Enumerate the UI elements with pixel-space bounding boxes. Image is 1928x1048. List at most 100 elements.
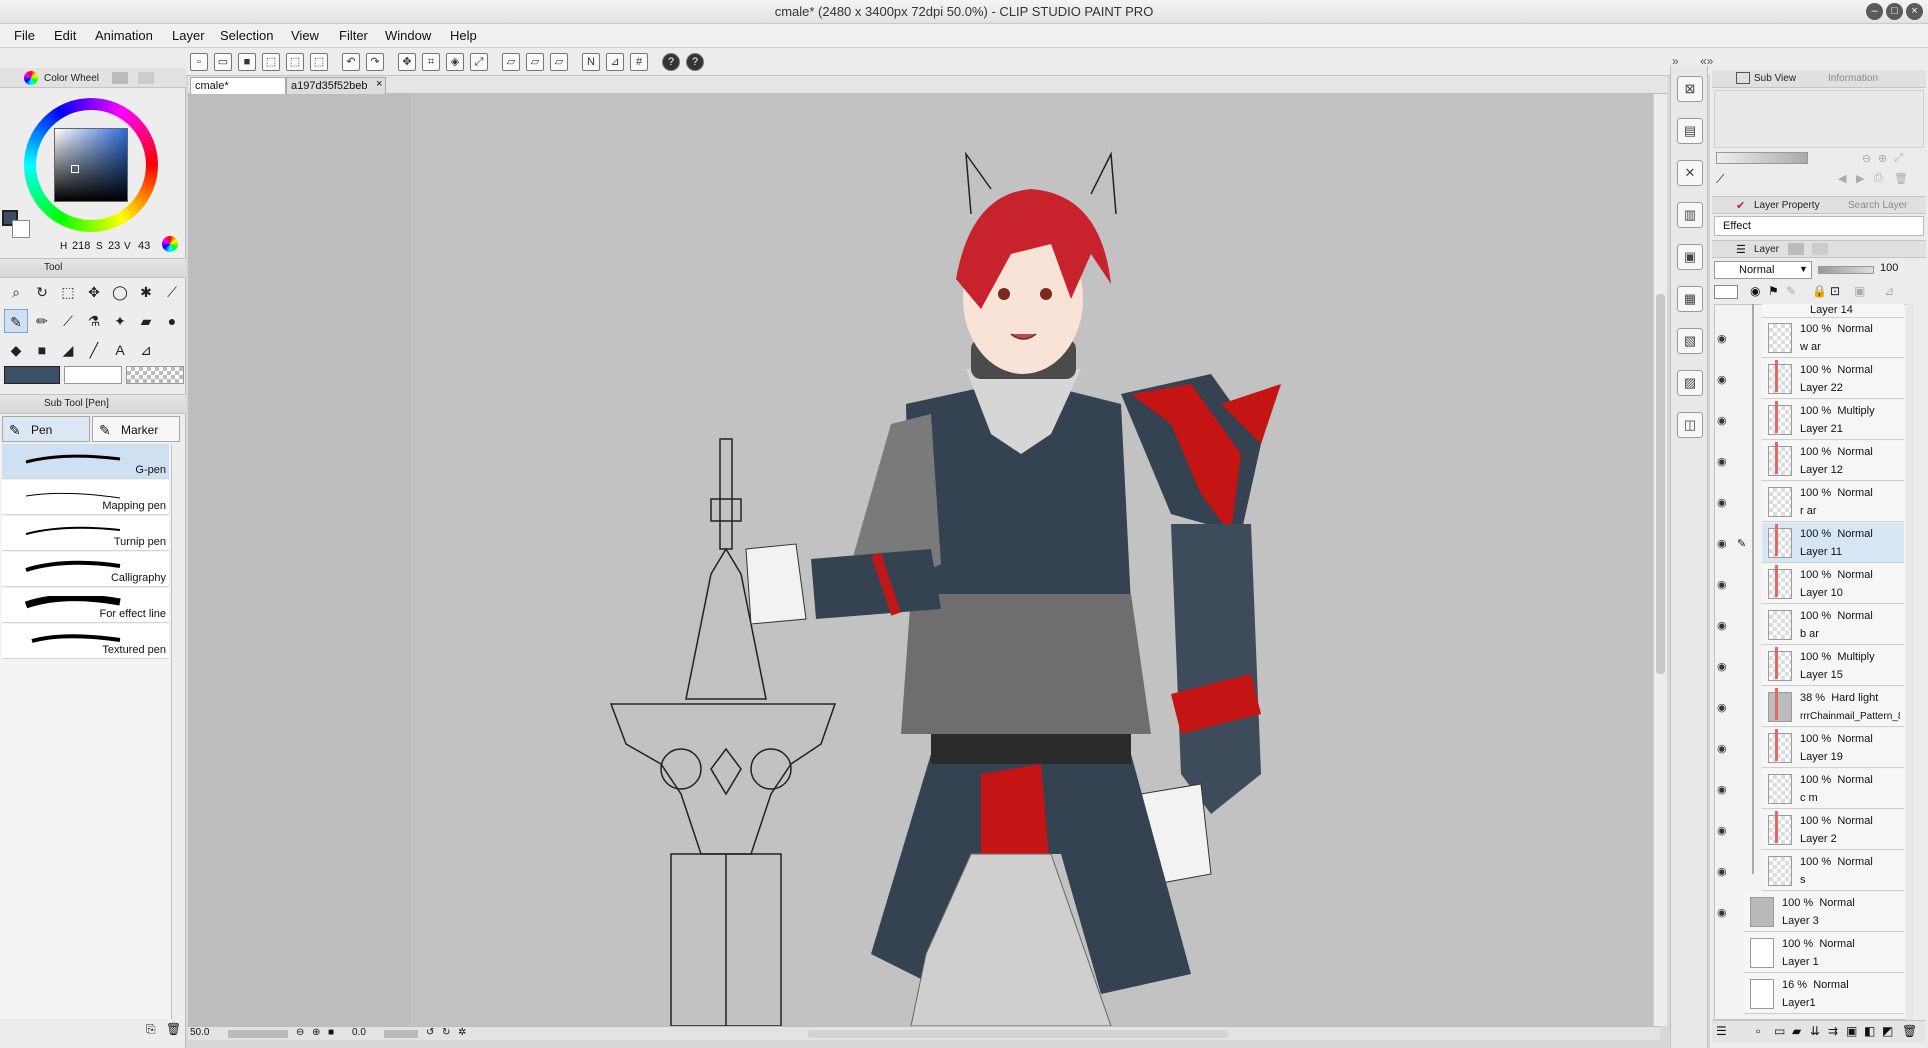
transparent-color-chip[interactable] bbox=[126, 366, 184, 384]
maximize-button[interactable]: □ bbox=[1886, 3, 1903, 20]
wand-icon[interactable]: ✱ bbox=[134, 280, 158, 304]
canvas-vertical-scrollbar[interactable] bbox=[1653, 94, 1667, 1026]
rotate-value[interactable]: 0.0 bbox=[352, 1027, 366, 1038]
color-saturation-square[interactable] bbox=[54, 128, 128, 202]
sub-color-swatch[interactable] bbox=[12, 220, 30, 238]
layer-row-b-ar[interactable]: 100 % Normal b ar bbox=[1762, 605, 1904, 645]
text-icon[interactable]: A bbox=[108, 338, 132, 362]
new-raster-layer-icon[interactable]: ▫ bbox=[1756, 1024, 1760, 1038]
layer-row-layer-22[interactable]: 100 % Normal Layer 22 bbox=[1762, 359, 1904, 399]
create-mask-icon[interactable]: ▣ bbox=[1846, 1024, 1857, 1038]
delete-subtool-icon[interactable]: 🗑 bbox=[166, 1022, 181, 1036]
special-ruler-snap-icon[interactable]: ⊿ bbox=[606, 53, 624, 71]
draft-layer-icon[interactable]: ✎ bbox=[1786, 284, 1796, 298]
sub-view-tab[interactable]: Sub View bbox=[1754, 71, 1796, 87]
clear-outside-icon[interactable]: ▱ bbox=[526, 53, 544, 71]
menu-file[interactable]: File bbox=[14, 24, 35, 48]
visibility-eye-icon[interactable]: ◉ bbox=[1717, 906, 1731, 920]
zoom-value[interactable]: 50.0 bbox=[190, 1027, 209, 1038]
sub-view-prev-icon[interactable]: ◀ bbox=[1838, 172, 1846, 185]
visibility-eye-icon[interactable]: ◉ bbox=[1717, 865, 1731, 879]
menu-animation[interactable]: Animation bbox=[95, 24, 153, 48]
layer-row-layer1[interactable]: 16 % Normal Layer1 bbox=[1744, 974, 1904, 1014]
visibility-eye-icon[interactable]: ◉ bbox=[1717, 619, 1731, 633]
material-manga-icon[interactable]: ▨ bbox=[1677, 370, 1703, 396]
sub-view-fit-icon[interactable]: ⤢ bbox=[1894, 152, 1903, 165]
tool-tab[interactable]: Tool bbox=[44, 260, 62, 276]
menu-view[interactable]: View bbox=[291, 24, 319, 48]
sub-view-area[interactable] bbox=[1714, 90, 1924, 148]
pen-icon[interactable]: ✎ bbox=[4, 309, 28, 333]
apply-mask-icon[interactable]: ◧ bbox=[1864, 1024, 1875, 1038]
reference-layer-icon[interactable]: ⚑ bbox=[1768, 284, 1779, 298]
transfer-layer-icon[interactable]: ⇉ bbox=[1828, 1024, 1838, 1038]
layer-row-chainmail-pattern[interactable]: 38 % Hard light rrrChainmail_Pattern_8 bbox=[1762, 687, 1904, 727]
crop-icon[interactable]: ⌗ bbox=[422, 53, 440, 71]
transform-icon[interactable]: ✥ bbox=[398, 53, 416, 71]
visibility-eye-icon[interactable]: ◉ bbox=[1717, 373, 1731, 387]
visibility-eye-icon[interactable]: ◉ bbox=[1717, 701, 1731, 715]
decoration-icon[interactable]: ✦ bbox=[108, 309, 132, 333]
menu-layer[interactable]: Layer bbox=[172, 24, 205, 48]
gradient-icon[interactable]: ■ bbox=[30, 338, 54, 362]
layer-row-s[interactable]: 100 % Normal s bbox=[1762, 851, 1904, 891]
sub-color-chip[interactable] bbox=[64, 366, 122, 384]
rotate-left-icon[interactable]: ↺ bbox=[426, 1027, 434, 1038]
line-icon[interactable]: ╱ bbox=[82, 338, 106, 362]
select-all-icon[interactable]: ⬚ bbox=[262, 53, 280, 71]
menu-window[interactable]: Window bbox=[385, 24, 431, 48]
rotate-slider[interactable] bbox=[384, 1030, 418, 1038]
layer-row-layer-12[interactable]: 100 % Normal Layer 12 bbox=[1762, 441, 1904, 481]
layer-row-layer-2[interactable]: 100 % Normal Layer 2 bbox=[1762, 810, 1904, 850]
figure-icon[interactable]: ◢ bbox=[56, 338, 80, 362]
zoom-slider[interactable] bbox=[228, 1030, 288, 1038]
pencil-icon[interactable]: ✏ bbox=[30, 309, 54, 333]
main-color-chip[interactable] bbox=[4, 366, 60, 384]
minimize-button[interactable]: – bbox=[1866, 3, 1883, 20]
close-button[interactable]: × bbox=[1906, 3, 1923, 20]
menu-selection[interactable]: Selection bbox=[220, 24, 273, 48]
enable-mask-icon[interactable]: ▣ bbox=[1854, 284, 1865, 298]
sub-view-import-icon[interactable]: ⎙ bbox=[1874, 172, 1883, 185]
animation-cels-tab-icon[interactable] bbox=[1788, 243, 1804, 255]
blend-mode-select[interactable]: Normal ▼ bbox=[1714, 261, 1812, 279]
ruler-snap-icon[interactable]: N bbox=[582, 53, 600, 71]
airbrush-icon[interactable]: ⚗ bbox=[82, 309, 106, 333]
layer-tone-icon[interactable]: ◩ bbox=[1882, 1024, 1893, 1038]
visibility-eye-icon[interactable]: ◉ bbox=[1717, 496, 1731, 510]
tab-cmale[interactable]: cmale* bbox=[190, 77, 286, 94]
undo-icon[interactable]: ↶ bbox=[342, 53, 360, 71]
menu-help[interactable]: Help bbox=[450, 24, 477, 48]
visibility-eye-icon[interactable]: ◉ bbox=[1717, 824, 1731, 838]
sub-view-eyedropper-icon[interactable]: ⟋ bbox=[1716, 172, 1724, 187]
scroll-thumb[interactable] bbox=[1656, 294, 1665, 674]
brush-item-calligraphy[interactable]: Calligraphy bbox=[2, 552, 169, 587]
hue-value[interactable]: 218 bbox=[72, 240, 90, 252]
brush-item-mapping-pen[interactable]: Mapping pen bbox=[2, 480, 169, 515]
merge-down-icon[interactable]: ⇊ bbox=[1810, 1024, 1820, 1038]
color-set-tab-icon[interactable] bbox=[138, 72, 154, 84]
zoom-icon[interactable]: ⌕ bbox=[4, 280, 28, 304]
layer-row-c-m[interactable]: 100 % Normal c m bbox=[1762, 769, 1904, 809]
brush-item-turnip-pen[interactable]: Turnip pen bbox=[2, 516, 169, 551]
menu-edit[interactable]: Edit bbox=[54, 24, 76, 48]
material-image-icon[interactable]: ▧ bbox=[1677, 328, 1703, 354]
grid-snap-icon[interactable]: # bbox=[630, 53, 648, 71]
sub-view-delete-icon[interactable]: 🗑 bbox=[1894, 172, 1908, 185]
sub-view-zoom-out-icon[interactable]: ⊖ bbox=[1862, 152, 1871, 165]
help-question-icon[interactable]: ? bbox=[686, 53, 704, 71]
layer-row-layer-1[interactable]: 100 % Normal Layer 1 bbox=[1744, 933, 1904, 973]
lock-layer-icon[interactable]: 🔒 bbox=[1812, 284, 1827, 298]
visibility-eye-icon[interactable]: ◉ bbox=[1717, 742, 1731, 756]
layer-row-w-ar[interactable]: 100 % Normal w ar bbox=[1762, 318, 1904, 358]
layer-row-layer-3[interactable]: 100 % Normal Layer 3 bbox=[1744, 892, 1904, 932]
blend-icon[interactable]: ◆ bbox=[4, 338, 28, 362]
sub-view-slider[interactable] bbox=[1716, 152, 1808, 164]
visibility-eye-icon[interactable]: ◉ bbox=[1717, 332, 1731, 346]
layer-row-partial[interactable]: Layer 14 bbox=[1762, 304, 1904, 318]
clear-icon[interactable]: ▱ bbox=[502, 53, 520, 71]
color-mode-icon[interactable] bbox=[162, 236, 178, 252]
subtool-tab-marker[interactable]: ✎ Marker bbox=[92, 416, 180, 442]
layer-property-tab[interactable]: Layer Property bbox=[1754, 198, 1820, 214]
brush-icon[interactable]: ⟋ bbox=[56, 309, 80, 333]
